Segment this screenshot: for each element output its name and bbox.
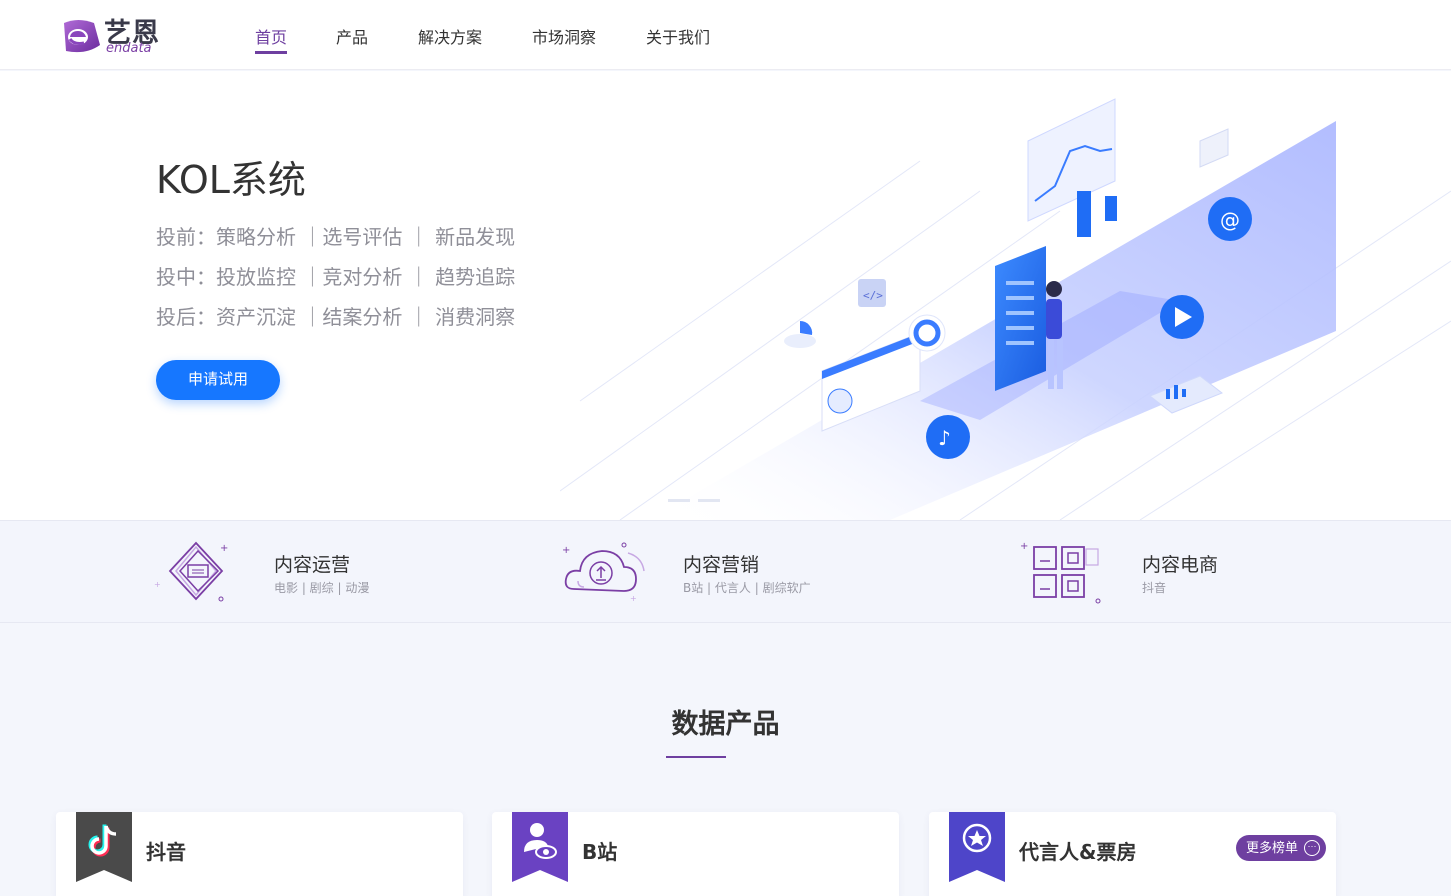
more-rankings-button[interactable]: 更多榜单 ··· — [1235, 835, 1326, 861]
section-title-underline — [666, 756, 726, 758]
layered-diamond-icon: + + — [154, 541, 228, 602]
svg-text:+: + — [1020, 541, 1028, 552]
feature-strip: + + 内容运营 电影 | 剧综 | 动漫 + + 内容营销 B站 | 代言人 … — [0, 520, 1451, 623]
grid-squares-icon: + — [1020, 541, 1101, 604]
product-card-endorser-boxoffice[interactable]: 代言人&票房 更多榜单 ··· — [929, 812, 1336, 896]
hero-title: KOL系统 — [156, 158, 306, 202]
product-card-bilibili[interactable]: B站 — [492, 812, 899, 896]
donut-chart-graphic — [908, 314, 946, 352]
email-circle-graphic: @ — [1208, 197, 1252, 241]
tiktok-icon — [76, 812, 132, 882]
svg-text:♪: ♪ — [938, 426, 951, 450]
hero-line-during: 投中：投放监控 ｜竞对分析 ｜ 趋势追踪 — [156, 265, 516, 289]
card-title-bilibili: B站 — [582, 840, 618, 864]
feature-sub-content-marketing: B站 | 代言人 | 剧综软广 — [683, 581, 811, 595]
logo[interactable]: 艺恩 endata — [56, 15, 168, 57]
card-title-douyin: 抖音 — [146, 840, 186, 864]
apply-trial-button[interactable]: 申请试用 — [156, 360, 280, 400]
section-title: 数据产品 — [671, 709, 780, 740]
nav-about-us[interactable]: 关于我们 — [646, 24, 710, 48]
svg-text:+: + — [630, 594, 637, 603]
nav-solutions[interactable]: 解决方案 — [418, 24, 482, 48]
more-dots-icon: ··· — [1304, 840, 1320, 856]
star-badge-icon — [949, 812, 1005, 882]
cloud-upload-icon: + + — [562, 542, 645, 603]
hero-line-pre: 投前：策略分析 ｜选号评估 ｜ 新品发现 — [156, 225, 516, 249]
card-title-endorser-boxoffice: 代言人&票房 — [1019, 840, 1137, 864]
feature-sub-content-ecommerce: 抖音 — [1142, 581, 1167, 595]
svg-text:+: + — [562, 545, 570, 556]
tiktok-circle-graphic: ♪ — [926, 415, 970, 459]
hero-illustration: </> @ ♪ — [560, 98, 1451, 520]
svg-text:</>: </> — [863, 289, 883, 302]
feature-title-content-ops[interactable]: 内容运营 — [274, 550, 350, 577]
feature-title-content-ecommerce[interactable]: 内容电商 — [1142, 550, 1218, 577]
phone-graphic — [995, 246, 1046, 391]
svg-text:+: + — [154, 580, 161, 589]
code-icon-graphic: </> — [858, 279, 886, 307]
feature-sub-content-ops: 电影 | 剧综 | 动漫 — [274, 581, 370, 595]
logo-mark-icon — [64, 20, 100, 53]
hero-banner: KOL系统 投前：策略分析 ｜选号评估 ｜ 新品发现 投中：投放监控 ｜竞对分析… — [0, 71, 1451, 520]
chart-panel-graphic — [1027, 98, 1117, 237]
product-card-douyin[interactable]: 抖音 — [56, 812, 463, 896]
more-rankings-label: 更多榜单 — [1245, 840, 1298, 855]
nav-products[interactable]: 产品 — [336, 24, 368, 48]
play-circle-graphic — [1160, 295, 1204, 339]
feature-title-content-marketing[interactable]: 内容营销 — [683, 550, 759, 577]
hero-line-post: 投后：资产沉淀 ｜结案分析 ｜ 消费洞察 — [156, 305, 516, 329]
logo-text-en: endata — [106, 41, 152, 56]
nav-home[interactable]: 首页 — [255, 24, 288, 54]
svg-text:+: + — [220, 543, 228, 554]
nav-market-insights[interactable]: 市场洞察 — [532, 24, 596, 48]
top-header: 艺恩 endata 首页 产品 解决方案 市场洞察 关于我们 — [0, 0, 1451, 70]
person-eye-icon — [512, 812, 568, 882]
svg-text:@: @ — [1220, 208, 1240, 232]
